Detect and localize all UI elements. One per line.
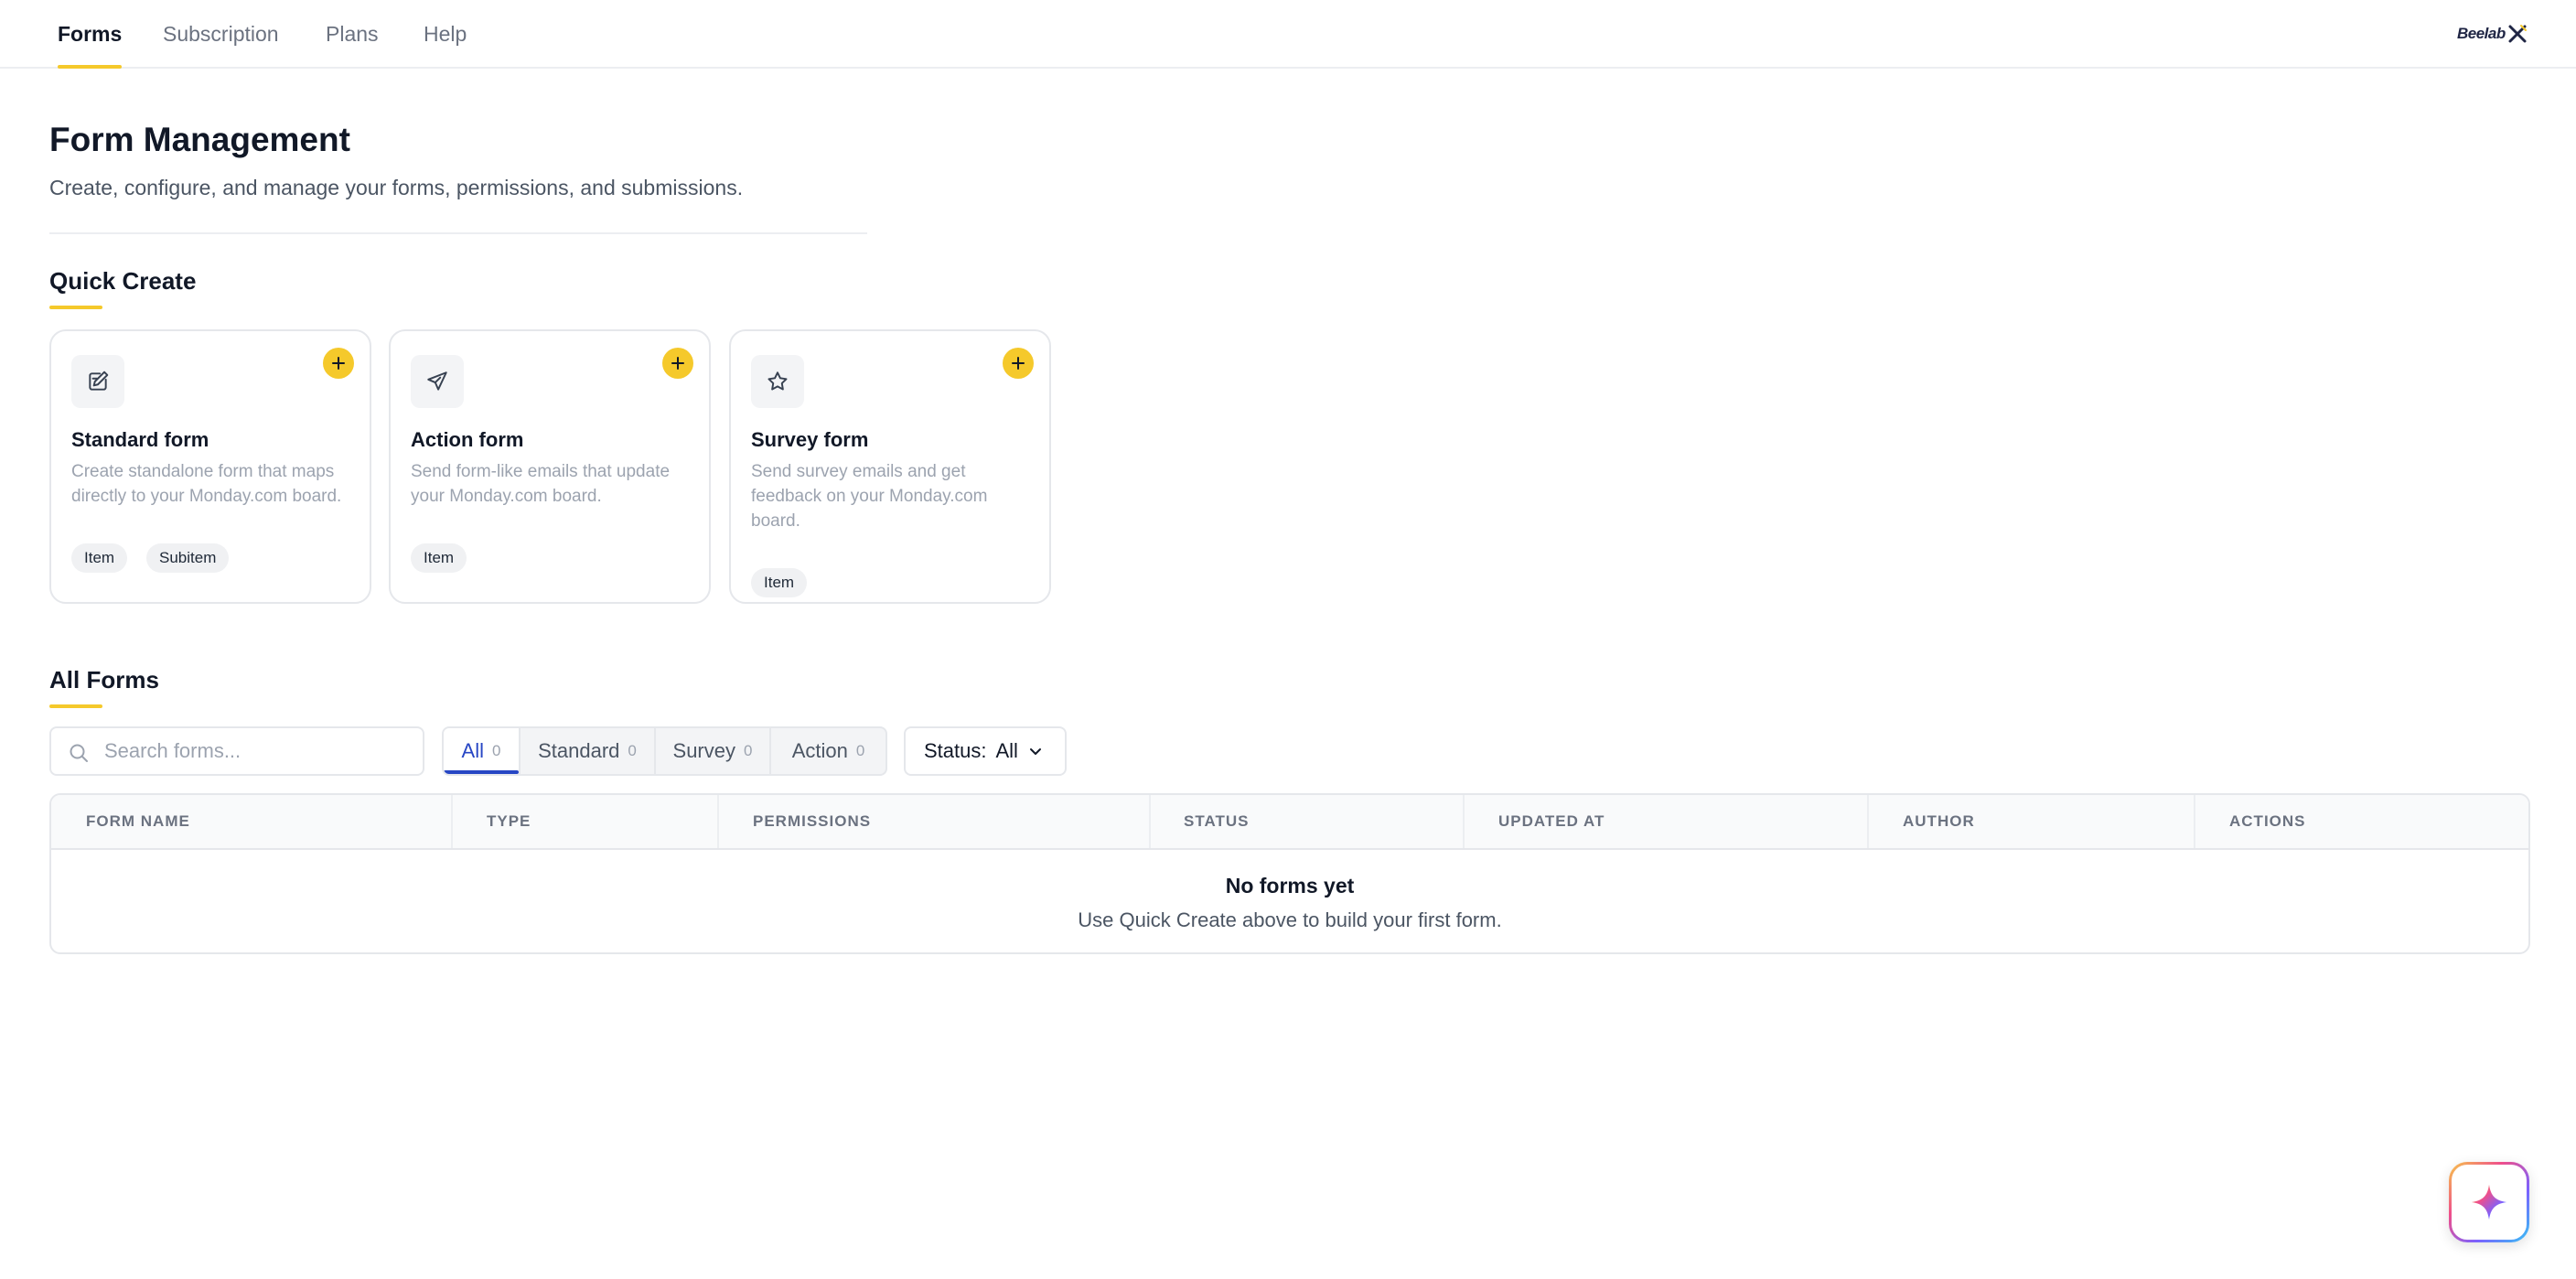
standard-form-card[interactable]: Standard form Create standalone form tha… bbox=[49, 329, 371, 604]
card-title: Survey form bbox=[751, 428, 869, 451]
active-tab-indicator bbox=[58, 65, 123, 69]
empty-state-subtitle: Use Quick Create above to build your fir… bbox=[1078, 908, 1502, 931]
column-header-permissions[interactable]: PERMISSIONS bbox=[753, 795, 871, 848]
search-icon bbox=[70, 744, 88, 762]
chevron-down-icon bbox=[1029, 748, 1041, 755]
column-header-actions: ACTIONS bbox=[2229, 812, 2306, 830]
filter-tab-action[interactable]: Action 0 bbox=[771, 728, 886, 774]
ai-assistant-button[interactable] bbox=[2449, 1162, 2529, 1242]
tab-subscription[interactable]: Subscription bbox=[163, 0, 279, 69]
column-header-author[interactable]: AUTHOR bbox=[1903, 795, 1975, 848]
tab-plans[interactable]: Plans bbox=[326, 0, 379, 69]
page-subtitle: Create, configure, and manage your forms… bbox=[49, 176, 744, 199]
search-field[interactable] bbox=[49, 726, 424, 776]
chip-subitem: Subitem bbox=[146, 543, 230, 573]
divider bbox=[49, 232, 867, 234]
top-navigation: Forms Subscription Plans Help Beelab bbox=[0, 0, 2576, 69]
filter-tab-count: 0 bbox=[744, 742, 753, 759]
action-form-card[interactable]: Action form Send form-like emails that u… bbox=[389, 329, 711, 604]
section-underline bbox=[49, 306, 102, 309]
search-input[interactable] bbox=[104, 739, 397, 763]
filter-tab-survey[interactable]: Survey 0 bbox=[656, 728, 771, 774]
chip-item: Item bbox=[411, 543, 467, 573]
sparkle-icon bbox=[2452, 1165, 2527, 1240]
status-filter-label: Status: bbox=[924, 739, 987, 762]
edit-form-icon bbox=[71, 355, 124, 408]
tab-label: Help bbox=[424, 22, 467, 46]
chip-item: Item bbox=[751, 568, 808, 597]
tab-label: Plans bbox=[326, 22, 379, 46]
section-underline bbox=[49, 704, 102, 708]
plus-icon bbox=[332, 357, 345, 370]
type-filter-tabs: All 0 Standard 0 Survey 0 Action 0 bbox=[442, 726, 887, 776]
add-action-form-button[interactable] bbox=[662, 348, 693, 379]
filter-tab-count: 0 bbox=[855, 742, 865, 759]
add-survey-form-button[interactable] bbox=[1003, 348, 1034, 379]
column-divider bbox=[1149, 795, 1151, 848]
filter-tab-all[interactable]: All 0 bbox=[444, 728, 521, 774]
column-divider bbox=[1463, 795, 1465, 848]
card-description: Create standalone form that maps directl… bbox=[71, 462, 342, 506]
plus-icon bbox=[671, 357, 684, 370]
tab-forms[interactable]: Forms bbox=[58, 0, 123, 69]
card-description: Send survey emails and get feedback on y… bbox=[751, 462, 988, 531]
filter-tab-label: Action bbox=[791, 739, 848, 762]
column-header-status[interactable]: STATUS bbox=[1184, 795, 1249, 848]
column-divider bbox=[451, 795, 453, 848]
card-title: Standard form bbox=[71, 428, 209, 451]
paper-plane-icon bbox=[411, 355, 464, 408]
page-title: Form Management bbox=[49, 121, 350, 158]
tab-label: Forms bbox=[58, 22, 123, 46]
brand-name: Beelab bbox=[2457, 25, 2506, 42]
brand-logo: Beelab bbox=[2457, 20, 2543, 48]
quick-create-heading: Quick Create bbox=[49, 267, 197, 295]
filter-tab-label: All bbox=[461, 739, 484, 762]
column-divider bbox=[2194, 795, 2195, 848]
filter-tab-label: Survey bbox=[672, 739, 735, 762]
all-forms-heading: All Forms bbox=[49, 666, 159, 693]
survey-form-card[interactable]: Survey form Send survey emails and get f… bbox=[729, 329, 1051, 604]
chip-item: Item bbox=[71, 543, 128, 573]
status-filter-dropdown[interactable]: Status: All bbox=[904, 726, 1067, 776]
card-title: Action form bbox=[411, 428, 524, 451]
column-header-type[interactable]: TYPE bbox=[487, 795, 531, 848]
tab-help[interactable]: Help bbox=[424, 0, 467, 69]
column-divider bbox=[717, 795, 719, 848]
brand-x-icon bbox=[2508, 25, 2527, 43]
filter-tab-label: Standard bbox=[538, 739, 620, 762]
forms-table: FORM NAME TYPE PERMISSIONS STATUS UPDATE… bbox=[49, 793, 2530, 954]
filter-tab-count: 0 bbox=[491, 742, 501, 759]
active-filter-indicator bbox=[444, 770, 519, 774]
status-filter-value: All bbox=[995, 739, 1018, 762]
column-header-updated-at[interactable]: UPDATED AT bbox=[1498, 795, 1605, 848]
card-description: Send form-like emails that update your M… bbox=[411, 462, 671, 506]
plus-icon bbox=[1012, 357, 1025, 370]
star-icon bbox=[751, 355, 804, 408]
filter-tab-standard[interactable]: Standard 0 bbox=[521, 728, 656, 774]
tab-label: Subscription bbox=[163, 22, 279, 46]
table-header: FORM NAME TYPE PERMISSIONS STATUS UPDATE… bbox=[51, 795, 2528, 850]
empty-state-title: No forms yet bbox=[1225, 874, 1355, 897]
column-header-form-name[interactable]: FORM NAME bbox=[86, 795, 190, 848]
column-divider bbox=[1867, 795, 1869, 848]
filter-tab-count: 0 bbox=[628, 742, 637, 759]
add-standard-form-button[interactable] bbox=[323, 348, 354, 379]
